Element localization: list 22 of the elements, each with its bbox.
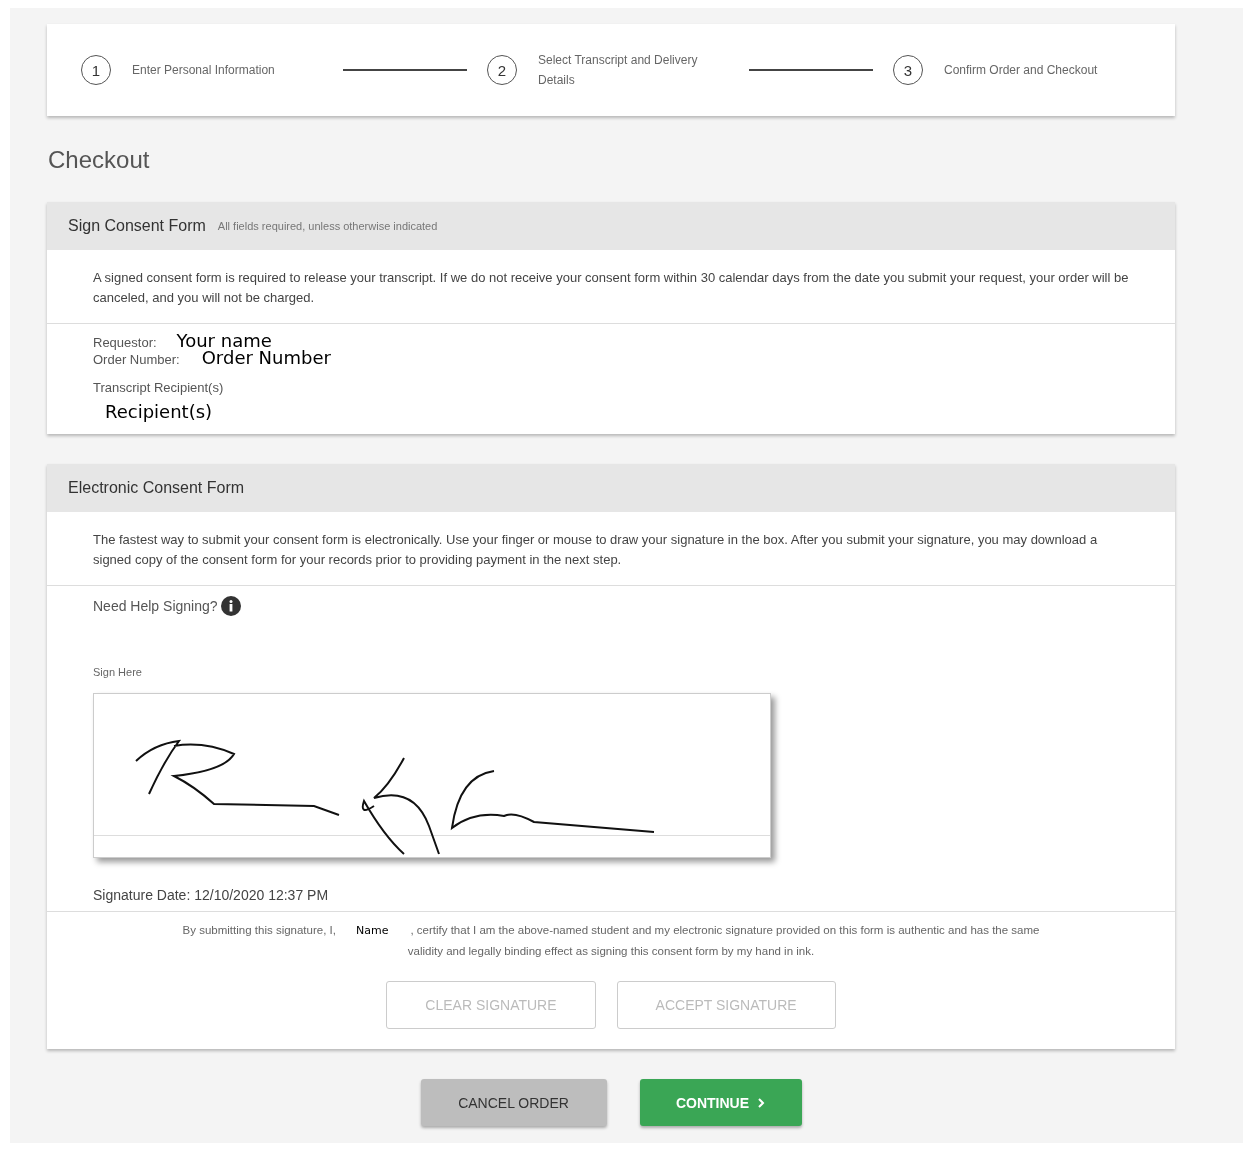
certification-text: By submitting this signature, I, Name , certify that I am the above-named student and my electronic signature provided on this form is authentic and has the same validity and legally binding effect as signing this consent form by my hand in ink. (182, 924, 1040, 957)
section-title: Electronic Consent Form (68, 479, 245, 497)
consent-intro: A signed consent form is required to release your transcript. If we do not receive your consent form within 30 calendar days from the date you submit your request, your order will be canceled, and you will not be charged. (47, 250, 1175, 324)
cancel-button[interactable]: CANCEL ORDER (420, 1079, 607, 1126)
electronic-intro: The fastest way to submit your consent form is electronically. Use your finger or mouse to draw your signature in the box. After you submit your signature, you may download a signed copy of the consent form for your records prior to providing payment in the next step. (47, 512, 1175, 586)
step-label: Confirm Order and Checkout (944, 62, 1099, 79)
section-title: Sign Consent Form (68, 217, 206, 235)
certification-name: Name (354, 923, 390, 939)
chevron-right-icon (757, 1097, 766, 1108)
step-label: Enter Personal Information (132, 62, 276, 79)
requestor-label: Requestor: (93, 335, 157, 350)
signature-date: Signature Date: 12/10/2020 12:37 PM (93, 887, 330, 903)
sign-here-label: Sign Here (93, 666, 143, 678)
recipients-value: Recipient(s) (105, 401, 213, 422)
recipients-label: Transcript Recipient(s) (93, 380, 224, 395)
order-number-label: Order Number: (93, 352, 180, 367)
continue-button[interactable]: CONTINUE (639, 1079, 802, 1126)
page-title: Checkout (48, 146, 151, 174)
section-note: All fields required, unless otherwise indicated (217, 220, 438, 232)
info-icon[interactable] (220, 596, 241, 616)
help-label: Need Help Signing? (93, 598, 218, 614)
step-label: Select Transcript and Delivery Details (538, 52, 699, 89)
